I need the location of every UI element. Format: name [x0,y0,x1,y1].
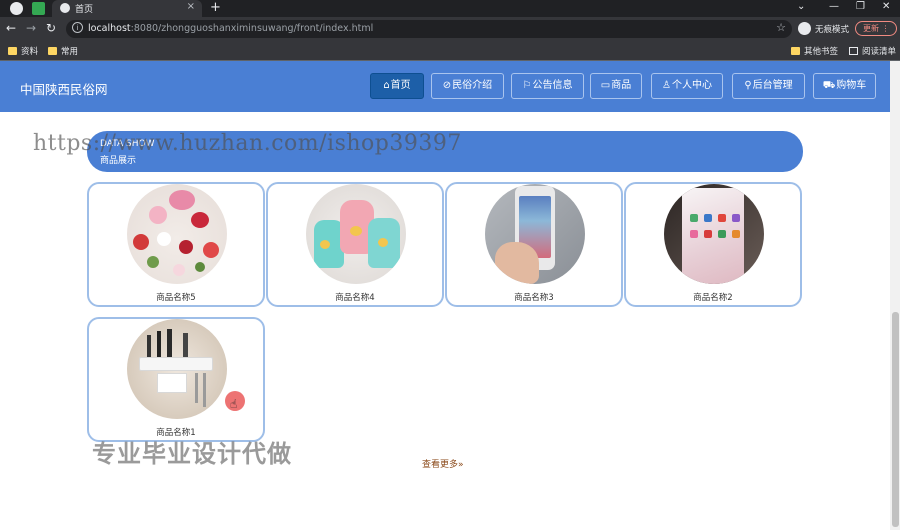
view-more-link[interactable]: 查看更多» [422,457,464,470]
address-text: localhost:8080/zhongguoshanximinsuwang/f… [88,23,373,34]
bookmark-folder-ziliao[interactable]: 资料 [8,45,38,57]
back-icon[interactable]: ← [6,21,16,35]
incognito-label: 无痕模式 [815,25,850,35]
bookmark-star-icon[interactable]: ☆ [776,21,786,34]
update-button[interactable]: 更新 ⋮ [855,21,897,36]
flowers-photo [127,184,227,284]
user-icon: ♙ [662,80,671,91]
cups-photo [306,184,406,284]
tab-list-icon[interactable]: ⌄ [797,1,805,12]
site-info-icon[interactable]: i [72,22,83,33]
nav-label: 商品 [611,80,632,91]
reading-list[interactable]: 阅读清单 [849,45,896,57]
home-icon: ⌂ [383,80,390,91]
watermark-text: 专业毕业设计代做 [92,440,292,468]
nav-label: 购物车 [836,80,867,91]
nav-admin-button[interactable]: ⚲后台管理 [732,73,805,99]
nav-home-button[interactable]: ⌂首页 [370,73,424,99]
address-bar[interactable]: i localhost:8080/zhongguoshanximinsuwang… [66,20,792,38]
product-card[interactable]: 商品名称2 [624,182,802,307]
nav-user-center-button[interactable]: ♙个人中心 [651,73,723,99]
phone-in-hand-photo [485,184,585,284]
restore-icon[interactable]: ❐ [856,1,865,12]
browser-tab-home[interactable]: 首页 × [52,0,202,17]
link-icon: ⊘ [442,80,452,91]
tab-title: 首页 [75,5,94,15]
nav-notice-button[interactable]: ⚐公告信息 [511,73,584,99]
browser-tab-bar: 首页 × + ⌄ — ❐ ✕ [0,0,900,17]
site-header: 中国陕西民俗网 ⌂首页 ⊘民俗介绍 ⚐公告信息 ▭商品 ♙个人中心 ⚲后台管理 … [0,61,890,112]
product-name[interactable]: 商品名称2 [626,291,800,303]
nav-label: 民俗介绍 [452,80,493,91]
nav-cart-button[interactable]: ⛟购物车 [813,73,876,99]
flag-icon: ⚐ [522,80,532,91]
nav-folk-intro-button[interactable]: ⊘民俗介绍 [431,73,504,99]
nav-label: 首页 [390,80,411,91]
minimize-icon[interactable]: — [829,1,839,12]
product-name[interactable]: 商品名称5 [89,291,263,303]
bookmark-label: 资料 [21,47,39,57]
reading-list-icon [849,47,858,55]
hand-cursor-icon: ☝ [230,397,238,411]
tab-close-icon[interactable]: × [187,1,195,12]
url-path: :8080/zhongguoshanximinsuwang/front/inde… [130,23,374,34]
bookmark-label: 其他书签 [804,47,839,57]
watermark-url: https://www.huzhan.com/ishop39397 [33,131,462,156]
product-card[interactable]: 商品名称4 [266,182,444,307]
cart-icon: ⛟ [822,80,836,91]
bookmark-label: 常用 [61,47,79,57]
folder-icon [8,47,17,55]
incognito-icon [798,22,811,35]
folder-icon [791,47,800,55]
update-label: 更新 [863,24,879,33]
scrollbar-thumb[interactable] [892,312,899,527]
site-title[interactable]: 中国陕西民俗网 [20,79,108,98]
nav-products-button[interactable]: ▭商品 [590,73,642,99]
browser-toolbar: ← → ↻ i localhost:8080/zhongguoshanximin… [0,17,900,41]
product-card[interactable]: 商品名称1 [87,317,265,442]
bookmarks-bar: 资料 常用 其他书签 阅读清单 [0,41,900,61]
nav-label: 公告信息 [532,80,573,91]
product-card[interactable]: 商品名称3 [445,182,623,307]
forward-icon[interactable]: → [26,21,36,35]
nav-label: 个人中心 [671,80,712,91]
kitchen-rack-photo [127,319,227,419]
product-name[interactable]: 商品名称3 [447,291,621,303]
product-name[interactable]: 商品名称4 [268,291,442,303]
close-window-icon[interactable]: ✕ [882,1,890,12]
product-card[interactable]: 商品名称5 [87,182,265,307]
nav-label: 后台管理 [752,80,793,91]
url-host: localhost [88,23,131,34]
tab-favicon-icon [60,3,70,13]
shop-icon: ▭ [600,80,611,91]
new-tab-icon[interactable]: + [210,0,221,15]
tab-search-icon[interactable] [32,2,45,15]
phone-screen-photo [664,184,764,284]
folder-icon [48,47,57,55]
browser-profile-icon[interactable] [10,2,23,15]
bookmark-label: 阅读清单 [862,47,897,57]
bookmark-folder-other[interactable]: 其他书签 [791,45,838,57]
reload-icon[interactable]: ↻ [46,21,56,35]
chain-icon: ⚲ [744,80,752,91]
bookmark-folder-changyong[interactable]: 常用 [48,45,78,57]
